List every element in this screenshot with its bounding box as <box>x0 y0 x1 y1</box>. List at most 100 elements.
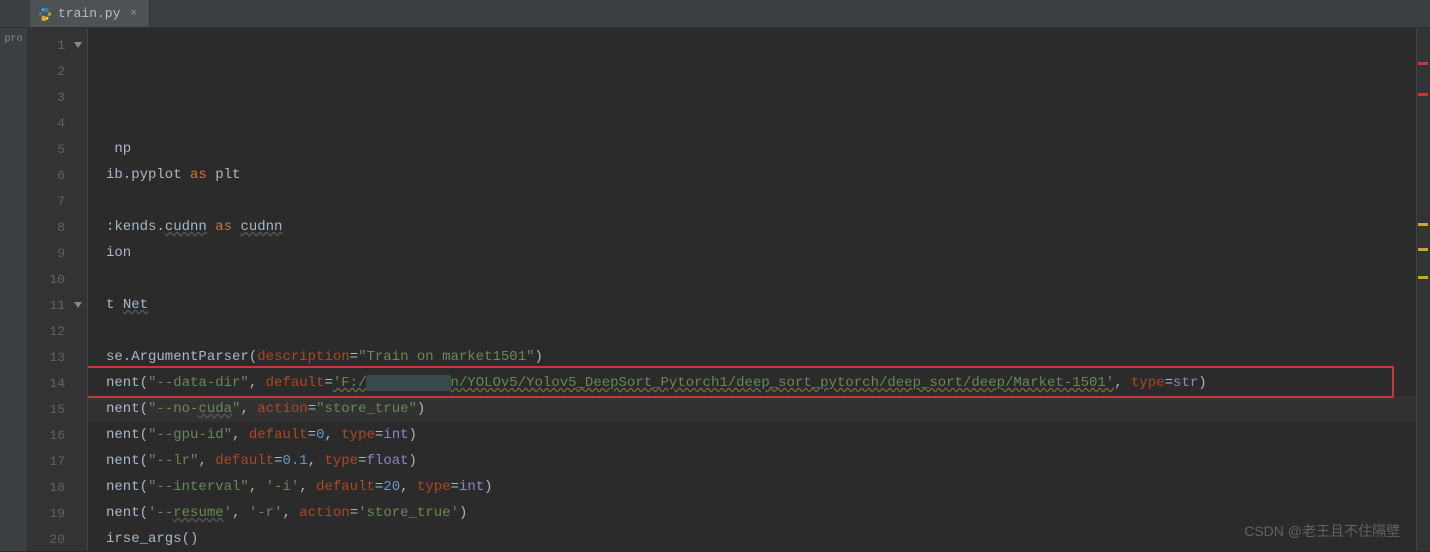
code-token: = <box>308 401 316 417</box>
editor-container: pro 1234567891011121314151617181920 npib… <box>0 28 1430 551</box>
code-line[interactable]: nent("--interval", '-i', default=20, typ… <box>88 474 1416 500</box>
gutter-line[interactable]: 19 <box>28 500 87 526</box>
file-tab[interactable]: train.py × <box>30 0 150 27</box>
error-stripe[interactable] <box>1416 28 1430 551</box>
code-token: as <box>190 167 207 183</box>
gutter-line[interactable]: 9 <box>28 240 87 266</box>
code-line[interactable]: np <box>88 136 1416 162</box>
code-token: , <box>198 453 215 469</box>
code-token: "--data-dir" <box>148 375 249 391</box>
code-line[interactable] <box>88 188 1416 214</box>
gutter-line[interactable]: 12 <box>28 318 87 344</box>
gutter-line[interactable]: 2 <box>28 58 87 84</box>
code-token: ib.pyplot <box>106 167 190 183</box>
code-line[interactable]: nent("--no-cuda", action="store_true") <box>88 396 1416 422</box>
fold-icon[interactable] <box>73 300 83 310</box>
gutter-line[interactable]: 5 <box>28 136 87 162</box>
code-line[interactable]: t Net <box>88 292 1416 318</box>
code-token: type <box>325 453 359 469</box>
code-token: = <box>324 375 332 391</box>
code-token: '-- <box>148 505 173 521</box>
code-line[interactable] <box>88 58 1416 84</box>
gutter-line[interactable]: 20 <box>28 526 87 552</box>
code-token: ion <box>106 245 131 261</box>
code-token: , <box>1114 375 1131 391</box>
sidebar-label: pro <box>4 34 22 45</box>
code-token: n/YOLOv5/Yolov5_DeepSort_Pytorch1/deep_s… <box>451 375 1115 391</box>
code-token: ' <box>224 505 232 521</box>
warning-marker[interactable] <box>1418 223 1428 226</box>
code-token: plt <box>207 167 241 183</box>
project-sidebar-stub[interactable]: pro <box>0 28 28 551</box>
gutter-line[interactable]: 1 <box>28 32 87 58</box>
code-line[interactable] <box>88 32 1416 58</box>
code-line[interactable]: irse_args() <box>88 526 1416 551</box>
code-line[interactable]: nent("--data-dir", default='F:/xxxxxxxxx… <box>88 370 1416 396</box>
code-token: " <box>232 401 240 417</box>
code-line[interactable] <box>88 318 1416 344</box>
code-line[interactable]: nent("--gpu-id", default=0, type=int) <box>88 422 1416 448</box>
code-line[interactable]: se.ArgumentParser(description="Train on … <box>88 344 1416 370</box>
code-token: '-r' <box>249 505 283 521</box>
code-token: ) <box>535 349 543 365</box>
code-token: , <box>232 427 249 443</box>
code-token: "--no- <box>148 401 198 417</box>
code-token: 0 <box>316 427 324 443</box>
code-token: :kends. <box>106 219 165 235</box>
code-token: , <box>299 479 316 495</box>
code-token: int <box>383 427 408 443</box>
code-token: nent( <box>106 401 148 417</box>
code-token <box>207 219 215 235</box>
code-token: "--interval" <box>148 479 249 495</box>
code-editor[interactable]: npib.pyplot as plt:kends.cudnn as cudnni… <box>88 28 1416 551</box>
code-line[interactable] <box>88 266 1416 292</box>
gutter-line[interactable]: 11 <box>28 292 87 318</box>
line-gutter[interactable]: 1234567891011121314151617181920 <box>28 28 88 551</box>
code-token: str <box>1173 375 1198 391</box>
code-line[interactable]: :kends.cudnn as cudnn <box>88 214 1416 240</box>
code-token: "--gpu-id" <box>148 427 232 443</box>
code-token: resume <box>173 505 223 521</box>
code-token: type <box>341 427 375 443</box>
error-marker[interactable] <box>1418 62 1428 65</box>
code-token: nent( <box>106 375 148 391</box>
gutter-line[interactable]: 13 <box>28 344 87 370</box>
error-marker[interactable] <box>1418 93 1428 96</box>
code-token: '-i' <box>266 479 300 495</box>
code-token: default <box>266 375 325 391</box>
code-token <box>232 219 240 235</box>
code-token: "--lr" <box>148 453 198 469</box>
warning-marker[interactable] <box>1418 276 1428 279</box>
gutter-line[interactable]: 7 <box>28 188 87 214</box>
code-token: t <box>106 297 123 313</box>
code-token: nent( <box>106 453 148 469</box>
code-token: "store_true" <box>316 401 417 417</box>
gutter-line[interactable]: 4 <box>28 110 87 136</box>
gutter-line[interactable]: 16 <box>28 422 87 448</box>
code-token: , <box>240 401 257 417</box>
code-token: , <box>308 453 325 469</box>
code-line[interactable] <box>88 110 1416 136</box>
gutter-line[interactable]: 8 <box>28 214 87 240</box>
code-line[interactable] <box>88 84 1416 110</box>
code-token: = <box>358 453 366 469</box>
gutter-line[interactable]: 3 <box>28 84 87 110</box>
gutter-line[interactable]: 10 <box>28 266 87 292</box>
gutter-line[interactable]: 14 <box>28 370 87 396</box>
fold-icon[interactable] <box>73 40 83 50</box>
gutter-line[interactable]: 18 <box>28 474 87 500</box>
code-token: ) <box>459 505 467 521</box>
tab-close-icon[interactable]: × <box>126 8 141 20</box>
code-token: , <box>249 479 266 495</box>
gutter-line[interactable]: 6 <box>28 162 87 188</box>
gutter-line[interactable]: 17 <box>28 448 87 474</box>
code-token: = <box>274 453 282 469</box>
code-line[interactable]: nent('--resume', '-r', action='store_tru… <box>88 500 1416 526</box>
code-line[interactable]: ib.pyplot as plt <box>88 162 1416 188</box>
code-line[interactable]: nent("--lr", default=0.1, type=float) <box>88 448 1416 474</box>
code-token: = <box>350 505 358 521</box>
code-token: , <box>232 505 249 521</box>
gutter-line[interactable]: 15 <box>28 396 87 422</box>
code-line[interactable]: ion <box>88 240 1416 266</box>
warning-marker[interactable] <box>1418 248 1428 251</box>
